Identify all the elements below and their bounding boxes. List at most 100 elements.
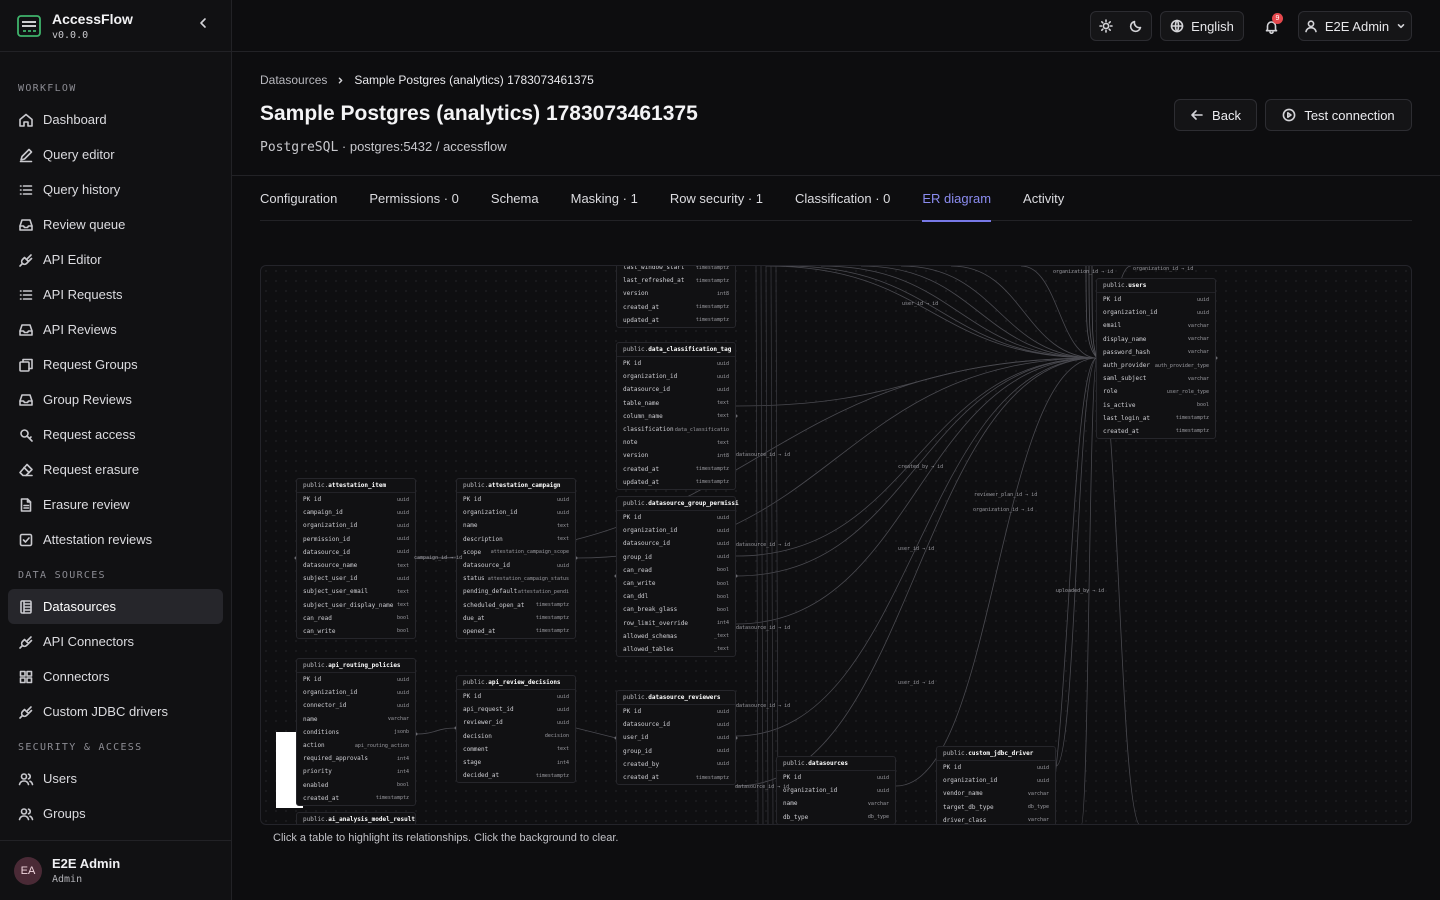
tab-schema[interactable]: Schema <box>491 176 539 221</box>
er-column: campaign_id uuid <box>297 506 415 519</box>
er-column-type: uuid <box>396 536 409 543</box>
sidebar-item-review-queue[interactable]: Review queue <box>8 207 223 242</box>
er-column-type: varchar <box>1187 375 1209 382</box>
er-table-api-review-decisions[interactable]: public. api_review_decisions PK id uuid api_… <box>456 675 576 784</box>
app-name: AccessFlow <box>52 10 133 27</box>
sidebar-user[interactable]: EA E2E Admin Admin <box>0 840 232 900</box>
er-column-type: varchar <box>1187 322 1209 329</box>
sidebar-item-users[interactable]: Users <box>8 761 223 796</box>
sidebar-item-label: Request erasure <box>43 462 140 477</box>
home-icon <box>18 112 34 128</box>
sidebar-item-request-groups[interactable]: Request Groups <box>8 347 223 382</box>
user-menu[interactable]: E2E Admin <box>1298 11 1412 41</box>
engine-label: PostgreSQL <box>260 140 339 155</box>
er-table-header: public. api_routing_policies <box>297 659 415 673</box>
tab-row-security-1[interactable]: Row security · 1 <box>670 176 763 221</box>
er-column: PK id uuid <box>777 771 895 784</box>
er-column-type: uuid <box>396 522 409 529</box>
er-column-type: bool <box>716 567 729 574</box>
inbox-icon <box>18 217 34 233</box>
er-column: last_window_start timestamptz <box>617 265 735 274</box>
sidebar-item-custom-jdbc-drivers[interactable]: Custom JDBC drivers <box>8 694 223 729</box>
key-icon <box>18 427 34 443</box>
er-column-type: db_type <box>867 814 889 821</box>
er-column-type: text <box>556 746 569 753</box>
moon-icon[interactable] <box>1129 19 1143 33</box>
theme-toggle[interactable] <box>1090 11 1152 41</box>
collapse-sidebar-button[interactable] <box>191 16 215 35</box>
er-column-name: last_refreshed_at <box>623 277 685 285</box>
sidebar-item-api-connectors[interactable]: API Connectors <box>8 624 223 659</box>
er-table-schema: public. <box>783 760 809 767</box>
er-column-name: created_at <box>623 303 660 311</box>
tab-masking-1[interactable]: Masking · 1 <box>571 176 638 221</box>
er-table-partial[interactable]: last_window_start timestamptz last_refresh… <box>616 265 736 328</box>
er-column-name: PK id <box>783 774 802 782</box>
er-table-attestation-item[interactable]: public. attestation_item PK id uuid campaign… <box>296 478 416 640</box>
sidebar-item-groups[interactable]: Groups <box>8 796 223 831</box>
er-column-type: user_role_type <box>1166 388 1209 395</box>
er-column-type: uuid <box>716 514 729 521</box>
sun-icon[interactable] <box>1099 19 1113 33</box>
er-table-datasources[interactable]: public. datasources PK id uuid organization_… <box>776 756 896 824</box>
back-button[interactable]: Back <box>1174 99 1257 131</box>
sidebar-item-label: API Editor <box>43 252 102 267</box>
er-column: organization_id uuid <box>617 524 735 537</box>
sidebar-item-label: Datasources <box>43 599 116 614</box>
tab-configuration[interactable]: Configuration <box>260 176 337 221</box>
er-column-name: updated_at <box>623 478 660 486</box>
sidebar-item-request-access[interactable]: Request access <box>8 417 223 452</box>
list-icon <box>18 182 34 198</box>
sidebar-item-dashboard[interactable]: Dashboard <box>8 102 223 137</box>
er-column: display_name varchar <box>1097 333 1215 346</box>
test-connection-button[interactable]: Test connection <box>1265 99 1412 131</box>
sidebar-item-api-reviews[interactable]: API Reviews <box>8 312 223 347</box>
sidebar-item-datasources[interactable]: Datasources <box>8 589 223 624</box>
sidebar-item-request-erasure[interactable]: Request erasure <box>8 452 223 487</box>
er-table-schema: public. <box>623 500 649 507</box>
er-table-data-classification-tag[interactable]: public. data_classification_tag PK id uuid o… <box>616 342 736 490</box>
sidebar-item-query-editor[interactable]: Query editor <box>8 137 223 172</box>
tab-classification-0[interactable]: Classification · 0 <box>795 176 890 221</box>
er-table-custom-jdbc-driver[interactable]: public. custom_jdbc_driver PK id uuid organi… <box>936 746 1056 824</box>
sidebar-item-erasure-review[interactable]: Erasure review <box>8 487 223 522</box>
er-table-header: public. data_classification_tag <box>617 343 735 357</box>
er-table-header: public. users <box>1097 279 1215 293</box>
er-table-datasource-group-permissi[interactable]: public. datasource_group_permissi PK id uui… <box>616 496 739 658</box>
sidebar-item-api-requests[interactable]: API Requests <box>8 277 223 312</box>
tab-er-diagram[interactable]: ER diagram <box>922 176 991 222</box>
er-column-name: opened_at <box>463 627 496 635</box>
er-table-datasource-reviewers[interactable]: public. datasource_reviewers PK id uuid data… <box>616 690 736 786</box>
er-column-name: created_at <box>623 774 660 782</box>
er-column-type: uuid <box>1196 309 1209 316</box>
breadcrumb-link-datasources[interactable]: Datasources <box>260 73 327 87</box>
tab-activity[interactable]: Activity <box>1023 176 1064 221</box>
sidebar-item-api-editor[interactable]: API Editor <box>8 242 223 277</box>
er-column-type: int8 <box>716 452 729 459</box>
er-diagram-canvas[interactable]: last_window_start timestamptz last_refresh… <box>260 265 1412 825</box>
language-label: English <box>1191 18 1234 34</box>
sidebar-item-group-reviews[interactable]: Group Reviews <box>8 382 223 417</box>
language-select[interactable]: English <box>1160 11 1244 41</box>
er-column-name: version <box>623 452 649 460</box>
er-column-name: last_window_start <box>623 265 685 272</box>
datasource-tabs: Configuration Permissions · 0 Schema Maskin… <box>260 176 1412 222</box>
sidebar-item-attestation-reviews[interactable]: Attestation reviews <box>8 522 223 557</box>
tab-permissions-0[interactable]: Permissions · 0 <box>369 176 459 221</box>
er-table-attestation-campaign[interactable]: public. attestation_campaign PK id uuid orga… <box>456 478 576 640</box>
er-column: due_at timestamptz <box>457 612 575 625</box>
er-table-ai-analysis-model-result[interactable]: public. ai_analysis_model_result <box>296 812 416 824</box>
er-column: datasource_id uuid <box>617 537 735 550</box>
er-column-type: timestamptz <box>695 317 729 324</box>
er-edge-label: user_id → id <box>902 301 939 307</box>
er-column: connector_id uuid <box>297 699 415 712</box>
er-column-name: is_active <box>1103 401 1136 409</box>
er-column-name: can_read <box>303 614 332 622</box>
er-table-api-routing-policies[interactable]: public. api_routing_policies PK id uuid orga… <box>296 658 416 806</box>
sidebar-item-query-history[interactable]: Query history <box>8 172 223 207</box>
sidebar: AccessFlow v0.0.0 WORKFLOW Dashboard Query… <box>0 0 232 900</box>
sidebar-item-connectors[interactable]: Connectors <box>8 659 223 694</box>
notification-count-badge: 9 <box>1272 13 1283 24</box>
sidebar-item-label: Query history <box>43 182 121 197</box>
er-table-users[interactable]: public. users PK id uuid organization_id uuid… <box>1096 278 1216 440</box>
